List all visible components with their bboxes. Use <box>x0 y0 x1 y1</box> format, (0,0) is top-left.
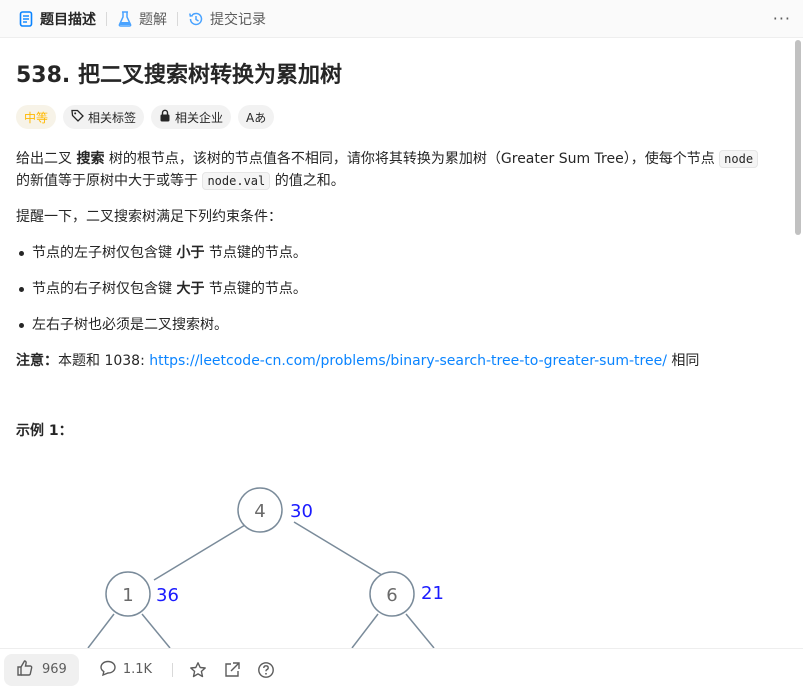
tree-node-sum: 30 <box>290 501 313 522</box>
note-label: 注意： <box>16 353 58 369</box>
tab-description-label: 题目描述 <box>40 11 96 28</box>
tab-submissions[interactable]: 提交记录 <box>182 0 272 38</box>
bottom-action-bar: 969 1.1K <box>0 648 803 690</box>
related-tags-label: 相关标签 <box>88 110 137 125</box>
example-tree-diagram: 4 30 1 36 6 21 <box>87 487 444 648</box>
list-text: 节点键的节点。 <box>204 245 307 261</box>
tree-edge <box>351 613 379 648</box>
related-companies-button[interactable]: 相关企业 <box>151 105 232 129</box>
like-button[interactable]: 969 <box>4 653 79 686</box>
related-companies-label: 相关企业 <box>175 110 224 125</box>
thumbs-up-icon <box>16 659 34 681</box>
list-text: 节点的右子树仅包含键 <box>32 281 177 297</box>
description-text: 给出二叉 <box>16 151 77 167</box>
description-paragraph: 给出二叉 搜索 树的根节点，该树的节点值各不相同，请你将其转换为累加树（Grea… <box>16 148 774 192</box>
description-icon <box>18 10 34 27</box>
comment-icon <box>99 659 117 681</box>
problem-content: 538. 把二叉搜索树转换为累加树 中等 相关标签 相关企业 Aあ 给出二叉 搜… <box>0 38 790 648</box>
comments-button[interactable]: 1.1K <box>99 659 152 681</box>
list-item: 左右子树也必须是二叉搜索树。 <box>16 314 774 336</box>
tree-edge <box>293 521 391 581</box>
bottom-divider <box>172 662 174 677</box>
note-paragraph: 注意：本题和 1038: https://leetcode-cn.com/pro… <box>16 350 774 372</box>
inline-code: node.val <box>202 172 271 190</box>
tree-edge <box>153 521 251 581</box>
description-text: 的值之和。 <box>270 173 345 189</box>
more-options-button[interactable]: ··· <box>773 9 791 28</box>
description-bold: 搜索 <box>76 151 105 167</box>
list-bold: 大于 <box>176 281 205 297</box>
tree-edge <box>405 613 435 648</box>
problem-description: 给出二叉 搜索 树的根节点，该树的节点值各不相同，请你将其转换为累加树（Grea… <box>16 148 774 442</box>
translate-icon: Aあ <box>246 110 267 125</box>
comment-count: 1.1K <box>122 662 153 677</box>
like-count: 969 <box>42 662 67 677</box>
content-scrollbar[interactable] <box>795 40 801 235</box>
tree-node-sum: 36 <box>156 585 179 606</box>
example-title: 示例 1： <box>16 423 73 439</box>
list-item: 节点的左子树仅包含键 小于 节点键的节点。 <box>16 242 774 264</box>
tab-divider <box>177 11 178 26</box>
problem-title: 538. 把二叉搜索树转换为累加树 <box>16 63 342 88</box>
tree-edge <box>87 613 115 648</box>
list-bold: 小于 <box>176 245 205 261</box>
note-suffix: 相同 <box>666 353 700 369</box>
tree-node-value: 4 <box>254 501 265 522</box>
tab-solutions[interactable]: 题解 <box>111 0 173 38</box>
inline-code: node <box>719 150 759 168</box>
flask-icon <box>117 10 133 27</box>
tab-submissions-label: 提交记录 <box>210 11 266 28</box>
help-icon[interactable] <box>257 661 275 679</box>
star-icon[interactable] <box>189 661 207 679</box>
difficulty-badge: 中等 <box>16 105 57 129</box>
list-text: 左右子树也必须是二叉搜索树。 <box>32 317 228 333</box>
constraints-intro: 提醒一下，二叉搜索树满足下列约束条件： <box>16 209 282 225</box>
tab-description[interactable]: 题目描述 <box>12 0 102 38</box>
related-problem-link[interactable]: https://leetcode-cn.com/problems/binary-… <box>149 353 667 369</box>
list-text: 节点的左子树仅包含键 <box>32 245 177 261</box>
tree-node-value: 6 <box>386 585 397 606</box>
tab-divider <box>106 11 107 26</box>
share-icon[interactable] <box>223 661 241 679</box>
translate-button[interactable]: Aあ <box>238 105 275 129</box>
tag-row: 中等 相关标签 相关企业 Aあ <box>16 105 774 129</box>
constraints-list: 节点的左子树仅包含键 小于 节点键的节点。 节点的右子树仅包含键 大于 节点键的… <box>16 242 774 336</box>
history-icon <box>188 11 204 27</box>
list-text: 节点键的节点。 <box>204 281 307 297</box>
tab-solutions-label: 题解 <box>139 11 167 28</box>
description-text: 树的根节点，该树的节点值各不相同，请你将其转换为累加树（Greater Sum … <box>104 151 720 167</box>
lock-icon <box>159 109 171 125</box>
tree-node-sum: 21 <box>421 583 444 604</box>
note-text: 本题和 1038: <box>58 353 150 369</box>
tab-bar: 题目描述 题解 提交记录 ··· <box>0 0 803 38</box>
tree-edge <box>141 613 171 648</box>
tree-node-value: 1 <box>122 585 133 606</box>
list-item: 节点的右子树仅包含键 大于 节点键的节点。 <box>16 278 774 300</box>
description-text: 的新值等于原树中大于或等于 <box>16 173 203 189</box>
tag-icon <box>71 109 84 125</box>
related-tags-button[interactable]: 相关标签 <box>63 105 145 129</box>
